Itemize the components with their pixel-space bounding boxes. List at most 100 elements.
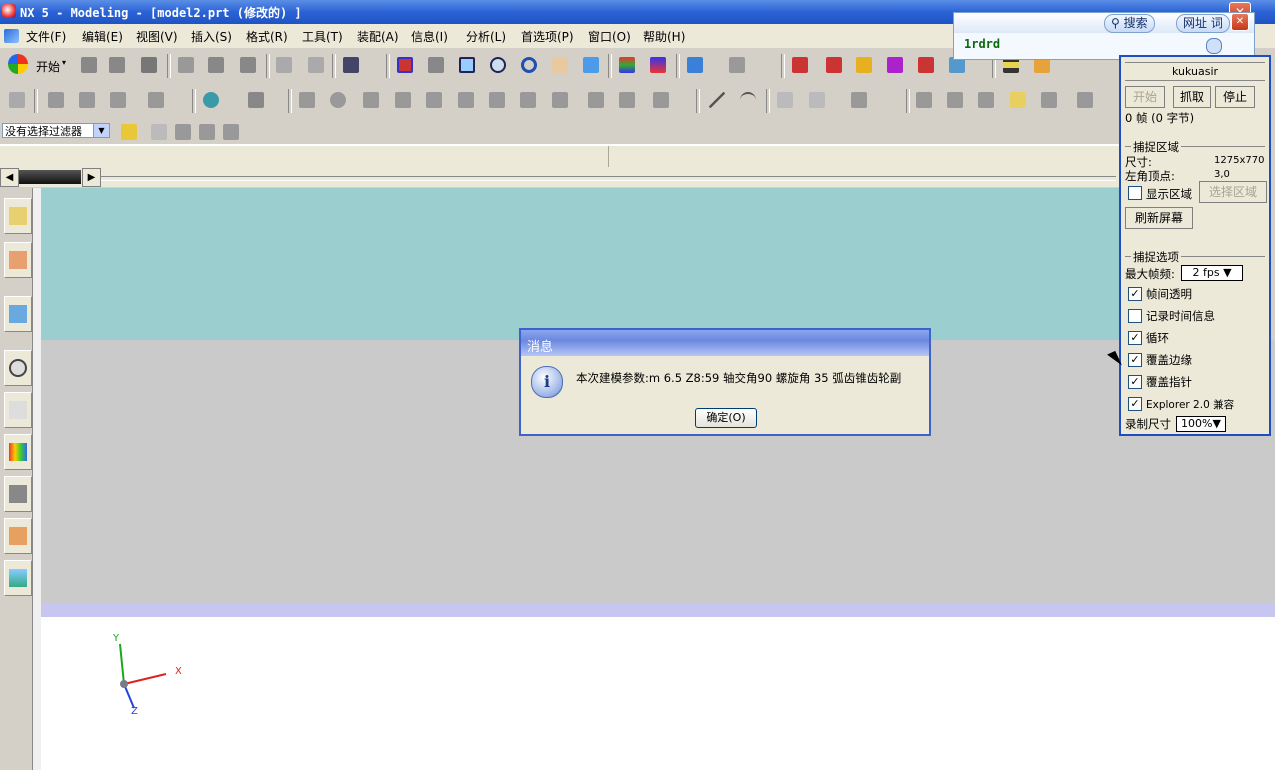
capture-grab-button[interactable]: 抓取	[1173, 86, 1211, 108]
select-region-button[interactable]: 选择区域	[1199, 181, 1267, 203]
process-studio-tab[interactable]	[4, 476, 32, 512]
wcs-origin-button[interactable]	[823, 54, 845, 76]
show-region-checkbox[interactable]	[1128, 186, 1142, 200]
datum-plane-button[interactable]	[245, 89, 267, 111]
layer-button[interactable]	[616, 54, 638, 76]
boss-button[interactable]	[360, 89, 382, 111]
perspective-button[interactable]	[580, 54, 602, 76]
datum-button[interactable]	[200, 89, 222, 111]
arc-button[interactable]	[737, 89, 759, 111]
rotate-button[interactable]	[518, 54, 540, 76]
swept-surface-button[interactable]	[1038, 89, 1060, 111]
edge-blend-button[interactable]	[517, 89, 539, 111]
chamfer-button[interactable]	[549, 89, 571, 111]
start-dropdown-icon[interactable]: ▾	[62, 58, 66, 67]
wcs-orient-button[interactable]	[884, 54, 906, 76]
menu-tools[interactable]: 工具(T)	[302, 28, 343, 45]
graphics-window-band[interactable]	[41, 603, 1275, 617]
wcs-display-button[interactable]	[915, 54, 937, 76]
pocket-button[interactable]	[392, 89, 414, 111]
graphics-window-bottom[interactable]	[41, 617, 1275, 770]
undo-button[interactable]	[273, 54, 295, 76]
wcs-button[interactable]	[789, 54, 811, 76]
selection-button[interactable]	[340, 54, 362, 76]
menu-analysis[interactable]: 分析(L)	[466, 28, 506, 45]
menu-window[interactable]: 窗口(O)	[588, 28, 631, 45]
assembly-navigator-tab[interactable]	[4, 198, 32, 234]
zoom-button[interactable]	[487, 54, 509, 76]
view-orientation-button[interactable]	[726, 54, 748, 76]
cover-pointer-checkbox[interactable]: ✓	[1128, 375, 1142, 389]
ruled-button[interactable]	[975, 89, 997, 111]
cut-button[interactable]	[175, 54, 197, 76]
deselect-button[interactable]	[172, 121, 194, 143]
save-file-button[interactable]	[138, 54, 160, 76]
menu-preferences[interactable]: 首选项(P)	[521, 28, 574, 45]
curve-button[interactable]	[774, 89, 796, 111]
zoom-window-button[interactable]	[425, 54, 447, 76]
address-close-button[interactable]: ✕	[1231, 13, 1249, 31]
graphics-window-top[interactable]	[41, 188, 1120, 340]
zoom-area-button[interactable]	[456, 54, 478, 76]
start-button[interactable]: 开始	[36, 58, 60, 75]
address-input[interactable]: 1rdrd	[964, 37, 1000, 51]
surface-button[interactable]	[913, 89, 935, 111]
cover-edge-checkbox[interactable]: ✓	[1128, 353, 1142, 367]
capture-stop-button[interactable]: 停止	[1215, 86, 1255, 108]
pan-button[interactable]	[549, 54, 571, 76]
boolean-button[interactable]	[296, 89, 318, 111]
url-button[interactable]: 网址 词	[1176, 14, 1230, 33]
roles-tab[interactable]	[4, 518, 32, 554]
menu-insert[interactable]: 插入(S)	[191, 28, 232, 45]
line-button[interactable]	[706, 89, 728, 111]
menu-help[interactable]: 帮助(H)	[643, 28, 685, 45]
spline-button[interactable]	[806, 89, 828, 111]
groove-button[interactable]	[486, 89, 508, 111]
scroll-thumb[interactable]	[19, 170, 81, 184]
quick-pick-button[interactable]	[220, 121, 242, 143]
record-size-select[interactable]: 100%▼	[1176, 416, 1226, 432]
chevron-down-icon[interactable]: ▼	[93, 124, 109, 137]
pad-button[interactable]	[423, 89, 445, 111]
timeinfo-checkbox[interactable]	[1128, 309, 1142, 323]
redo-button[interactable]	[305, 54, 327, 76]
paste-button[interactable]	[237, 54, 259, 76]
ok-button[interactable]: 确定(O)	[695, 408, 757, 428]
sweep-button[interactable]	[107, 89, 129, 111]
surface-mesh-button[interactable]	[944, 89, 966, 111]
web-browser-tab[interactable]	[4, 296, 32, 332]
feature-dropdown-button[interactable]	[145, 89, 167, 111]
menu-format[interactable]: 格式(R)	[246, 28, 288, 45]
capture-start-button[interactable]: 开始	[1125, 86, 1165, 108]
extrude-button[interactable]	[45, 89, 67, 111]
refresh-screen-button[interactable]: 刷新屏幕	[1125, 207, 1193, 229]
menu-info[interactable]: 信息(I)	[411, 28, 448, 45]
offset-button[interactable]	[650, 89, 672, 111]
render-style-button[interactable]	[684, 54, 706, 76]
selection-filter-combo[interactable]: 没有选择过滤器 ▼	[2, 123, 110, 138]
revolve-button[interactable]	[76, 89, 98, 111]
wcs-rotate-button[interactable]	[853, 54, 875, 76]
go-icon[interactable]	[1206, 38, 1222, 54]
thicken-button[interactable]	[616, 89, 638, 111]
sketch-button[interactable]	[6, 89, 28, 111]
menu-edit[interactable]: 编辑(E)	[82, 28, 123, 45]
history-tab[interactable]	[4, 350, 32, 386]
explorer-checkbox[interactable]: ✓	[1128, 397, 1142, 411]
transparent-checkbox[interactable]: ✓	[1128, 287, 1142, 301]
system-materials-tab[interactable]	[4, 392, 32, 428]
scroll-left-button[interactable]: ◀	[0, 168, 19, 187]
fps-select[interactable]: 2 fps ▼	[1181, 265, 1243, 281]
menu-assembly[interactable]: 装配(A)	[357, 28, 399, 45]
snap-point-button[interactable]	[118, 121, 140, 143]
point-button[interactable]	[848, 89, 870, 111]
system-scenes-tab[interactable]	[4, 560, 32, 596]
through-curves-button[interactable]	[1007, 89, 1029, 111]
select-all-button[interactable]	[196, 121, 218, 143]
menu-view[interactable]: 视图(V)	[136, 28, 178, 45]
bounded-plane-button[interactable]	[1074, 89, 1096, 111]
part-navigator-tab[interactable]	[4, 242, 32, 278]
menu-file[interactable]: 文件(F)	[26, 28, 66, 45]
layer-settings-button[interactable]	[647, 54, 669, 76]
undo-select-button[interactable]	[148, 121, 170, 143]
